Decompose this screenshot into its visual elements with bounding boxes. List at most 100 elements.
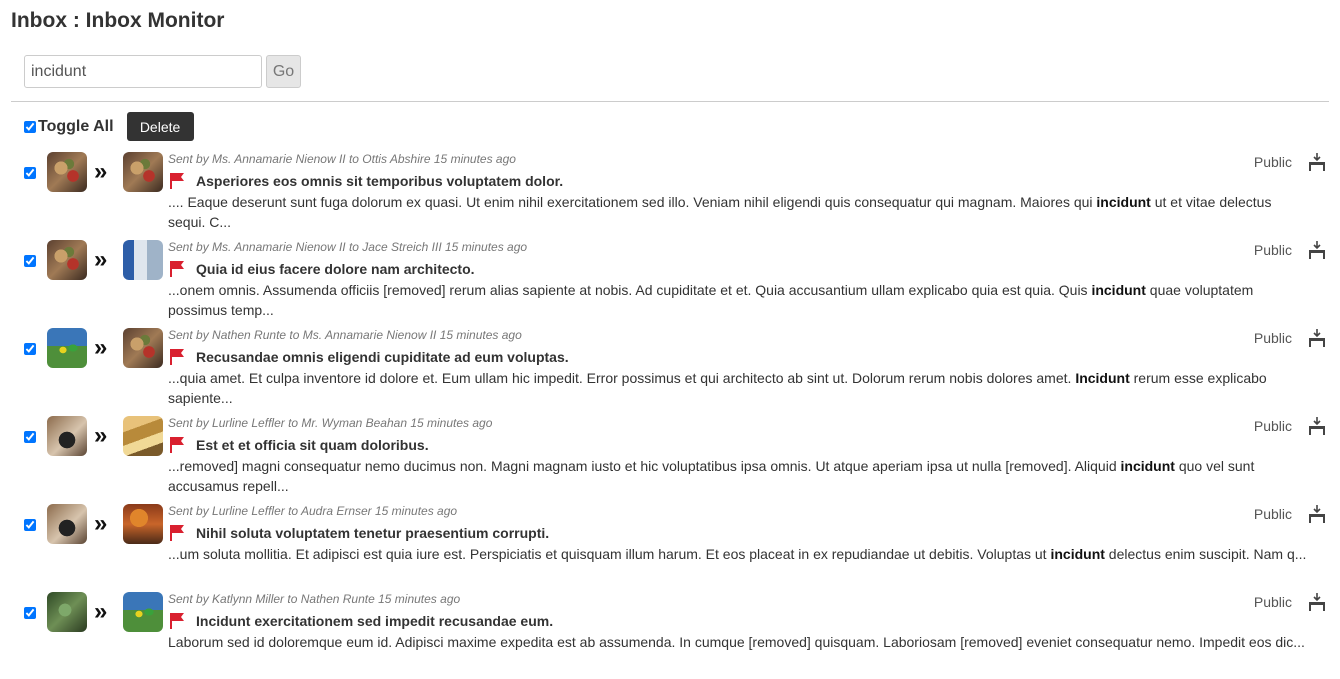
message-snippet: Laborum sed id doloremque eum id. Adipis…	[168, 632, 1310, 652]
message-body: Sent by Ms. Annamarie Nienow II to Jace …	[168, 240, 1310, 320]
double-chevron-right-icon: »	[94, 158, 108, 185]
flag-icon[interactable]	[168, 348, 186, 366]
visibility-label: Public	[1253, 154, 1292, 170]
snippet-highlight: Incidunt	[1075, 370, 1130, 386]
search-input[interactable]	[24, 55, 262, 88]
snippet-text-after: delectus enim suscipit. Nam q...	[1104, 546, 1307, 562]
message-subject[interactable]: Est et et officia sit quam doloribus.	[196, 437, 429, 453]
message-subject[interactable]: Nihil soluta voluptatem tenetur praesent…	[196, 525, 549, 541]
message-subject-row: Recusandae omnis eligendi cupiditate ad …	[168, 348, 1310, 366]
message-row: » Sent by Ms. Annamarie Nienow II to Jac…	[0, 238, 1340, 326]
double-chevron-right-icon: »	[94, 334, 108, 361]
message-subject-row: Nihil soluta voluptatem tenetur praesent…	[168, 524, 1310, 542]
recipient-avatar-room-photo[interactable]	[123, 240, 163, 280]
recipient-avatar-autumn-photo[interactable]	[123, 504, 163, 544]
message-row: » Sent by Lurline Leffler to Mr. Wyman B…	[0, 414, 1340, 502]
archive-download-icon[interactable]	[1308, 152, 1326, 172]
message-list: » Sent by Ms. Annamarie Nienow II to Ott…	[0, 150, 1340, 678]
message-snippet: ...quia amet. Et culpa inventore id dolo…	[168, 368, 1310, 408]
archive-download-icon[interactable]	[1308, 592, 1326, 612]
recipient-avatar-food-photo[interactable]	[123, 152, 163, 192]
message-subject-row: Incidunt exercitationem sed impedit recu…	[168, 612, 1310, 630]
snippet-text-before: .... Eaque deserunt sunt fuga dolorum ex…	[168, 194, 1097, 210]
message-body: Sent by Lurline Leffler to Mr. Wyman Bea…	[168, 416, 1310, 496]
flag-icon[interactable]	[168, 524, 186, 542]
message-subject-row: Asperiores eos omnis sit temporibus volu…	[168, 172, 1310, 190]
archive-download-icon[interactable]	[1308, 328, 1326, 348]
message-subject[interactable]: Recusandae omnis eligendi cupiditate ad …	[196, 349, 569, 365]
archive-download-icon[interactable]	[1308, 416, 1326, 436]
message-subject[interactable]: Quia id eius facere dolore nam architect…	[196, 261, 475, 277]
recipient-avatar-bread-photo[interactable]	[123, 416, 163, 456]
divider	[11, 101, 1329, 102]
message-meta: Sent by Lurline Leffler to Audra Ernser …	[168, 504, 458, 518]
snippet-text-before: ...um soluta mollitia. Et adipisci est q…	[168, 546, 1051, 562]
snippet-highlight: incidunt	[1091, 282, 1146, 298]
visibility-label: Public	[1253, 330, 1292, 346]
message-body: Sent by Ms. Annamarie Nienow II to Ottis…	[168, 152, 1310, 232]
message-subject-row: Est et et officia sit quam doloribus.	[168, 436, 1310, 454]
archive-download-icon[interactable]	[1308, 240, 1326, 260]
message-meta: Sent by Ms. Annamarie Nienow II to Ottis…	[168, 152, 516, 166]
toggle-all-checkbox[interactable]	[24, 120, 36, 133]
sender-avatar-food-photo[interactable]	[47, 240, 87, 280]
archive-download-icon[interactable]	[1308, 504, 1326, 524]
message-meta: Sent by Katlynn Miller to Nathen Runte 1…	[168, 592, 461, 606]
snippet-text-before: ...onem omnis. Assumenda officiis [remov…	[168, 282, 1092, 298]
recipient-avatar-sports-photo[interactable]	[123, 592, 163, 632]
snippet-highlight: incidunt	[1096, 194, 1151, 210]
sender-avatar-cafe-photo[interactable]	[47, 416, 87, 456]
double-chevron-right-icon: »	[94, 510, 108, 537]
message-checkbox[interactable]	[24, 167, 36, 179]
message-meta: Sent by Lurline Leffler to Mr. Wyman Bea…	[168, 416, 493, 430]
visibility-label: Public	[1253, 594, 1292, 610]
message-subject[interactable]: Incidunt exercitationem sed impedit recu…	[196, 613, 553, 629]
message-snippet: .... Eaque deserunt sunt fuga dolorum ex…	[168, 192, 1310, 232]
message-body: Sent by Nathen Runte to Ms. Annamarie Ni…	[168, 328, 1310, 408]
sender-avatar-plant-photo[interactable]	[47, 592, 87, 632]
search-form: Go	[24, 55, 301, 88]
page-title: Inbox : Inbox Monitor	[11, 9, 225, 32]
visibility-label: Public	[1253, 506, 1292, 522]
message-body: Sent by Katlynn Miller to Nathen Runte 1…	[168, 592, 1310, 652]
visibility-label: Public	[1253, 418, 1292, 434]
flag-icon[interactable]	[168, 612, 186, 630]
toolbar: Toggle All Delete	[24, 112, 194, 141]
message-checkbox[interactable]	[24, 343, 36, 355]
message-checkbox[interactable]	[24, 431, 36, 443]
message-row: » Sent by Ms. Annamarie Nienow II to Ott…	[0, 150, 1340, 238]
sender-avatar-cafe-photo[interactable]	[47, 504, 87, 544]
double-chevron-right-icon: »	[94, 246, 108, 273]
snippet-highlight: incidunt	[1120, 458, 1175, 474]
message-row: » Sent by Katlynn Miller to Nathen Runte…	[0, 590, 1340, 678]
message-checkbox[interactable]	[24, 255, 36, 267]
double-chevron-right-icon: »	[94, 598, 108, 625]
recipient-avatar-food-photo[interactable]	[123, 328, 163, 368]
message-snippet: ...um soluta mollitia. Et adipisci est q…	[168, 544, 1310, 564]
toggle-all-label[interactable]: Toggle All	[38, 118, 114, 136]
message-body: Sent by Lurline Leffler to Audra Ernser …	[168, 504, 1310, 564]
message-row: » Sent by Lurline Leffler to Audra Ernse…	[0, 502, 1340, 590]
message-subject[interactable]: Asperiores eos omnis sit temporibus volu…	[196, 173, 563, 189]
flag-icon[interactable]	[168, 260, 186, 278]
delete-button[interactable]: Delete	[126, 112, 194, 141]
flag-icon[interactable]	[168, 172, 186, 190]
flag-icon[interactable]	[168, 436, 186, 454]
message-meta: Sent by Ms. Annamarie Nienow II to Jace …	[168, 240, 528, 254]
snippet-text-before: Laborum sed id doloremque eum id. Adipis…	[168, 634, 1305, 650]
message-checkbox[interactable]	[24, 607, 36, 619]
snippet-highlight: incidunt	[1050, 546, 1105, 562]
message-meta: Sent by Nathen Runte to Ms. Annamarie Ni…	[168, 328, 522, 342]
snippet-text-before: ...quia amet. Et culpa inventore id dolo…	[168, 370, 1076, 386]
message-checkbox[interactable]	[24, 519, 36, 531]
snippet-text-before: ...removed] magni consequatur nemo ducim…	[168, 458, 1121, 474]
message-subject-row: Quia id eius facere dolore nam architect…	[168, 260, 1310, 278]
message-snippet: ...onem omnis. Assumenda officiis [remov…	[168, 280, 1310, 320]
message-snippet: ...removed] magni consequatur nemo ducim…	[168, 456, 1310, 496]
visibility-label: Public	[1253, 242, 1292, 258]
message-row: » Sent by Nathen Runte to Ms. Annamarie …	[0, 326, 1340, 414]
double-chevron-right-icon: »	[94, 422, 108, 449]
sender-avatar-food-photo[interactable]	[47, 152, 87, 192]
sender-avatar-sports-photo[interactable]	[47, 328, 87, 368]
go-button[interactable]: Go	[266, 55, 301, 88]
